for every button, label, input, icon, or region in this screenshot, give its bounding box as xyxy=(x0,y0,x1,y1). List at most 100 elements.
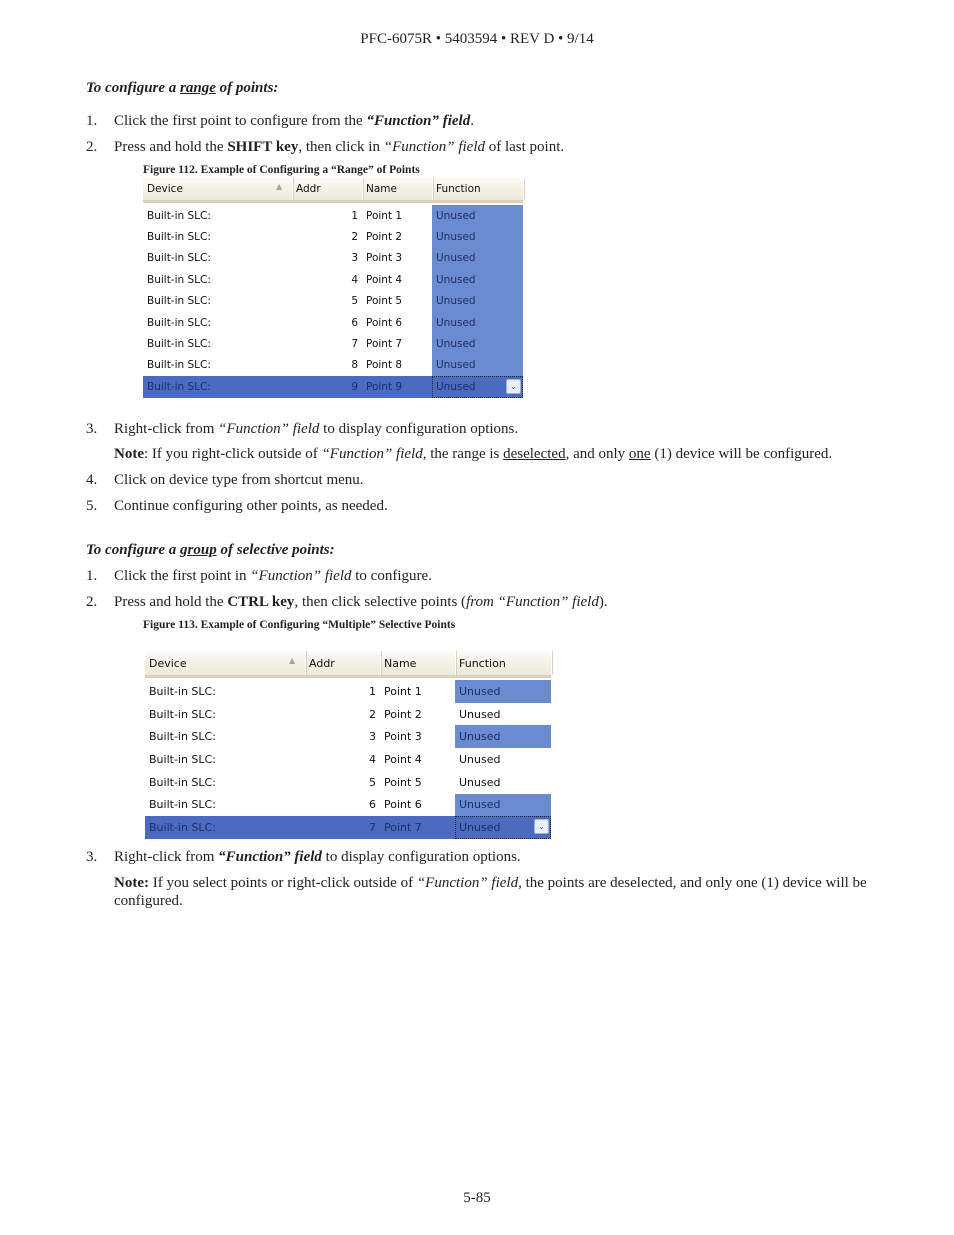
text-segment: “Function” field xyxy=(250,568,352,584)
column-header-addr[interactable]: Addr xyxy=(305,651,381,675)
text-segment: the points are deselected, and only one … xyxy=(521,875,867,891)
table-row[interactable]: Built-in SLC: 7 Point 7 Unused xyxy=(143,333,523,355)
cell-text: 7 xyxy=(351,338,358,351)
step-number: 4. xyxy=(86,472,98,488)
cell-function[interactable]: Unused xyxy=(455,703,551,726)
cell-text: Built-in SLC: xyxy=(149,752,216,766)
text-segment: To configure a xyxy=(86,542,181,558)
cell-addr: 8 xyxy=(292,355,362,376)
cell-function[interactable]: Unused xyxy=(432,354,523,377)
column-header-device[interactable]: Device xyxy=(145,651,306,675)
cell-text: 9 xyxy=(351,380,358,393)
column-header-addr[interactable]: Addr xyxy=(292,178,363,200)
cell-text: 1 xyxy=(369,684,376,698)
text-segment: “Function” field, xyxy=(321,446,427,462)
cell-function[interactable]: Unused xyxy=(455,793,551,817)
cell-function[interactable]: Unused xyxy=(432,269,523,291)
cell-function[interactable]: Unused ⌄ xyxy=(455,816,551,839)
table-row[interactable]: Built-in SLC: 5 Point 5 Unused xyxy=(143,290,523,312)
cell-function[interactable]: Unused xyxy=(432,226,523,248)
cell-text: Point 4 xyxy=(366,273,403,286)
cell-name: Point 4 xyxy=(362,269,436,290)
page-number: 5-85 xyxy=(463,1190,491,1206)
cell-function[interactable]: Unused xyxy=(432,333,523,355)
cell-text: Built-in SLC: xyxy=(147,273,211,286)
cell-function[interactable]: Unused xyxy=(432,247,523,270)
section-heading-range: To configure a range of points: xyxy=(86,80,278,97)
cell-device: Built-in SLC: xyxy=(145,771,309,794)
cell-text: Point 2 xyxy=(366,231,403,244)
chevron-down-icon[interactable]: ⌄ xyxy=(506,379,521,395)
table-row[interactable]: Built-in SLC: 3 Point 3 Unused xyxy=(143,247,523,270)
text-segment: Note: xyxy=(114,875,149,891)
table-row[interactable]: Built-in SLC: 4 Point 4 Unused xyxy=(143,269,523,291)
column-header-name[interactable]: Name xyxy=(380,651,456,675)
cell-text: 4 xyxy=(369,752,376,766)
column-header-name[interactable]: Name xyxy=(362,178,433,200)
sort-ascending-icon[interactable]: ▲ xyxy=(289,656,295,665)
cell-device: Built-in SLC: xyxy=(143,333,296,354)
range-points-grid: Device Addr Name Function ▲ Built-in SLC: 1 Poi… xyxy=(143,178,524,398)
sort-ascending-icon[interactable]: ▲ xyxy=(276,182,282,191)
cell-text: Unused xyxy=(459,752,501,766)
cell-addr: 3 xyxy=(292,248,362,269)
cell-text: Unused xyxy=(436,338,476,351)
cell-name: Point 1 xyxy=(380,680,459,703)
text-segment: , then click selective points ( xyxy=(294,594,467,610)
step-text: Click the first point in “Function” fiel… xyxy=(114,568,432,585)
table-row[interactable]: Built-in SLC: 1 Point 1 Unused xyxy=(145,680,551,703)
table-row[interactable]: Built-in SLC: 3 Point 3 Unused xyxy=(145,725,551,749)
text-segment: CTRL key xyxy=(227,594,295,610)
table-row[interactable]: Built-in SLC: 4 Point 4 Unused xyxy=(145,748,551,771)
cell-text: Point 5 xyxy=(384,775,422,789)
figure-112-caption: Figure 112. Example of Configuring a “Ra… xyxy=(143,164,420,176)
cell-text: Unused xyxy=(436,252,476,265)
cell-device: Built-in SLC: xyxy=(143,205,296,226)
cell-function[interactable]: Unused xyxy=(455,771,551,794)
cell-function[interactable]: Unused xyxy=(455,725,551,749)
cell-text: Point 4 xyxy=(384,752,422,766)
text-segment: “Function” field, xyxy=(416,875,522,891)
cell-function[interactable]: Unused xyxy=(455,680,551,703)
text-segment: Press and hold the xyxy=(114,139,228,155)
column-header-device[interactable]: Device xyxy=(143,178,293,200)
cell-text: Unused xyxy=(436,380,476,393)
cell-function[interactable]: Unused xyxy=(455,748,551,771)
cell-function[interactable]: Unused xyxy=(432,205,523,227)
table-row[interactable]: Built-in SLC: 7 Point 7 Unused ⌄ xyxy=(145,816,551,839)
text-segment: to display configuration options. xyxy=(321,849,521,865)
text-segment: Continue configuring other points, as ne… xyxy=(114,498,388,514)
cell-text: 8 xyxy=(351,359,358,372)
table-row[interactable]: Built-in SLC: 6 Point 6 Unused xyxy=(145,793,551,817)
cell-text: Point 7 xyxy=(366,338,403,351)
table-row[interactable]: Built-in SLC: 8 Point 8 Unused xyxy=(143,354,523,377)
step-text: Right-click from “Function” field to dis… xyxy=(114,421,518,438)
cell-name: Point 3 xyxy=(362,248,436,269)
cell-text: Point 5 xyxy=(366,295,403,308)
cell-function[interactable]: Unused ⌄ xyxy=(432,376,523,398)
text-segment: “Function” field xyxy=(366,113,471,129)
cell-name: Point 1 xyxy=(362,205,436,226)
cell-function[interactable]: Unused xyxy=(432,290,523,312)
text-segment: to display configuration options. xyxy=(319,421,519,437)
cell-name: Point 8 xyxy=(362,355,436,376)
cell-addr: 5 xyxy=(292,291,362,312)
cell-text: Point 1 xyxy=(366,209,403,222)
table-row[interactable]: Built-in SLC: 1 Point 1 Unused xyxy=(143,205,523,227)
text-segment: “Function” field xyxy=(218,421,320,437)
table-row[interactable]: Built-in SLC: 5 Point 5 Unused xyxy=(145,771,551,794)
cell-device: Built-in SLC: xyxy=(143,269,296,290)
step-text: Press and hold the SHIFT key, then click… xyxy=(114,139,564,156)
column-header-function[interactable]: Function xyxy=(432,178,524,200)
cell-name: Point 5 xyxy=(380,771,459,794)
cell-text: Unused xyxy=(436,295,476,308)
table-row[interactable]: Built-in SLC: 6 Point 6 Unused xyxy=(143,312,523,334)
cell-function[interactable]: Unused xyxy=(432,312,523,334)
column-header-function[interactable]: Function xyxy=(455,651,552,675)
table-row[interactable]: Built-in SLC: 9 Point 9 Unused ⌄ xyxy=(143,376,523,398)
table-row[interactable]: Built-in SLC: 2 Point 2 Unused xyxy=(143,226,523,248)
table-row[interactable]: Built-in SLC: 2 Point 2 Unused xyxy=(145,703,551,726)
chevron-down-icon[interactable]: ⌄ xyxy=(534,819,549,835)
text-segment: , and only xyxy=(565,446,629,462)
cell-text: 2 xyxy=(351,231,358,244)
